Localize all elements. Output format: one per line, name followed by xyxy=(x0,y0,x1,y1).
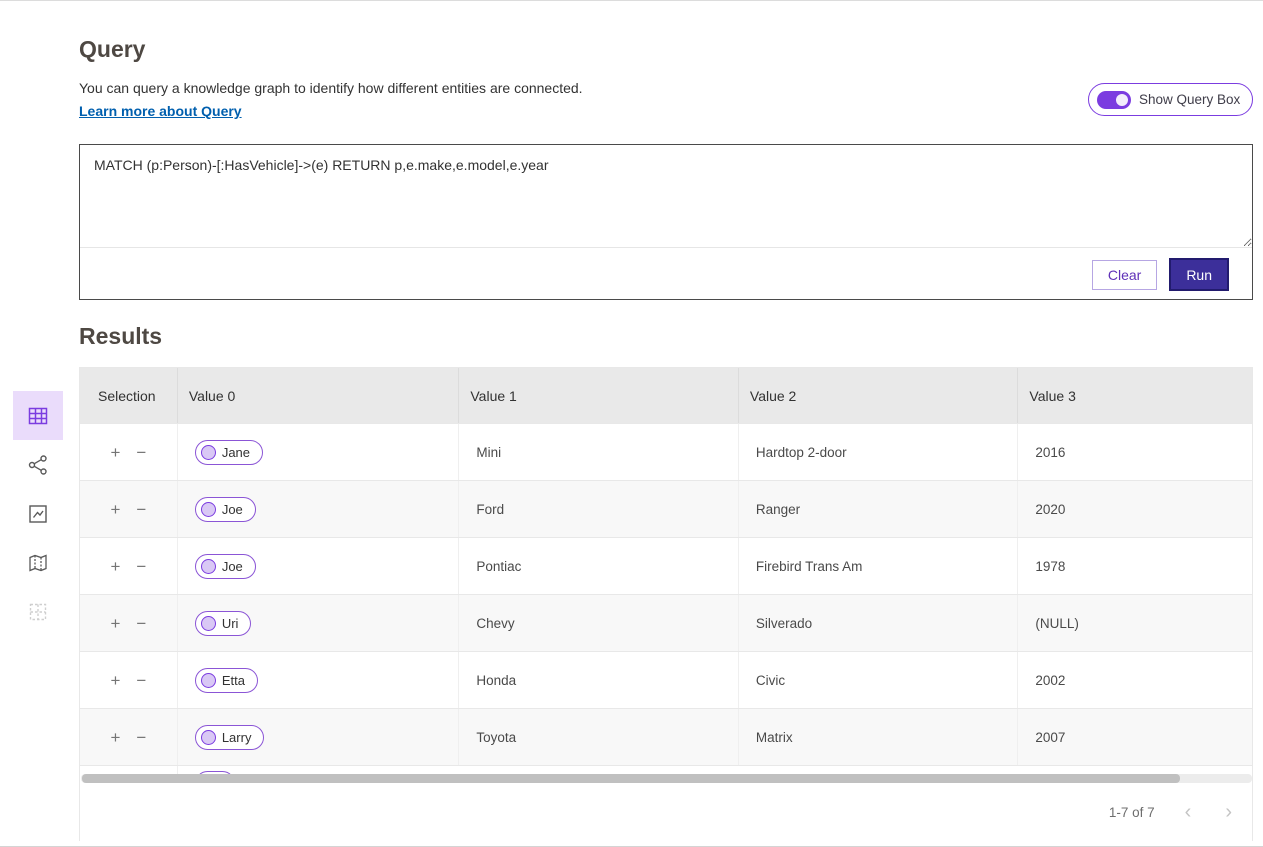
entity-label: Larry xyxy=(222,730,252,745)
chart-view-button[interactable] xyxy=(13,489,63,538)
map-icon xyxy=(27,552,49,574)
cell-value2: Ranger xyxy=(739,481,1019,537)
column-header-value2: Value 2 xyxy=(739,368,1019,423)
results-section-title: Results xyxy=(79,323,162,350)
table-row: +− Joe Ford Ranger 2020 xyxy=(80,480,1252,537)
entity-label: Joe xyxy=(222,559,243,574)
cell-value1: Ford xyxy=(459,481,739,537)
entity-label: Jane xyxy=(222,445,250,460)
horizontal-scrollbar-thumb[interactable] xyxy=(82,774,1180,783)
table-row: +− Etta Honda Civic 2002 xyxy=(80,651,1252,708)
remove-selection-button[interactable]: − xyxy=(136,444,146,461)
toggle-knob xyxy=(1116,94,1128,106)
matrix-view-button[interactable] xyxy=(13,587,63,636)
cell-value3: 2007 xyxy=(1018,709,1252,765)
chart-icon xyxy=(27,503,49,525)
entity-chip[interactable]: Uri xyxy=(195,611,252,636)
cell-value1: Pontiac xyxy=(459,538,739,594)
entity-chip[interactable]: Etta xyxy=(195,668,258,693)
table-row: +− Uri Chevy Silverado (NULL) xyxy=(80,594,1252,651)
entity-icon xyxy=(201,730,216,745)
toggle-label: Show Query Box xyxy=(1139,92,1240,107)
clear-button[interactable]: Clear xyxy=(1092,260,1157,290)
entity-icon xyxy=(201,559,216,574)
link-chart-view-button[interactable] xyxy=(13,440,63,489)
cell-value3: 2020 xyxy=(1018,481,1252,537)
cell-value1: Mini xyxy=(459,424,739,480)
table-view-button[interactable] xyxy=(13,391,63,440)
query-actions: Clear Run xyxy=(1092,258,1229,291)
query-box: MATCH (p:Person)-[:HasVehicle]->(e) RETU… xyxy=(79,144,1253,300)
column-header-value1: Value 1 xyxy=(459,368,739,423)
column-header-value3: Value 3 xyxy=(1018,368,1252,423)
table-row: +− Jane Mini Hardtop 2-door 2016 xyxy=(80,423,1252,480)
remove-selection-button[interactable]: − xyxy=(136,729,146,746)
cell-value1: Chevy xyxy=(459,595,739,651)
entity-icon xyxy=(201,445,216,460)
next-page-button[interactable]: › xyxy=(1221,802,1236,822)
add-selection-button[interactable]: + xyxy=(110,615,120,632)
link-chart-icon xyxy=(27,454,49,476)
table-row: +− Larry Toyota Matrix 2007 xyxy=(80,708,1252,765)
run-button[interactable]: Run xyxy=(1169,258,1229,291)
entity-chip[interactable]: Larry xyxy=(195,725,265,750)
previous-page-button[interactable]: ‹ xyxy=(1181,802,1196,822)
matrix-icon xyxy=(27,601,49,623)
add-selection-button[interactable]: + xyxy=(110,444,120,461)
cell-value2: Hardtop 2-door xyxy=(739,424,1019,480)
remove-selection-button[interactable]: − xyxy=(136,501,146,518)
table-icon xyxy=(27,405,49,427)
cell-value3: 1978 xyxy=(1018,538,1252,594)
remove-selection-button[interactable]: − xyxy=(136,615,146,632)
entity-chip[interactable]: Jane xyxy=(195,440,263,465)
cell-value3: (NULL) xyxy=(1018,595,1252,651)
add-selection-button[interactable]: + xyxy=(110,729,120,746)
add-selection-button[interactable]: + xyxy=(110,672,120,689)
query-section-title: Query xyxy=(79,36,145,63)
cell-value2: Silverado xyxy=(739,595,1019,651)
view-toolbar xyxy=(13,391,63,636)
cell-value3: 2002 xyxy=(1018,652,1252,708)
learn-more-link[interactable]: Learn more about Query xyxy=(79,103,242,119)
entity-icon xyxy=(201,502,216,517)
remove-selection-button[interactable]: − xyxy=(136,672,146,689)
column-header-selection: Selection xyxy=(80,368,178,423)
cell-value2: Firebird Trans Am xyxy=(739,538,1019,594)
add-selection-button[interactable]: + xyxy=(110,501,120,518)
pagination-bar: 1-7 of 7 ‹ › xyxy=(80,783,1252,841)
remove-selection-button[interactable]: − xyxy=(136,558,146,575)
entity-label: Uri xyxy=(222,616,239,631)
results-table: Selection Value 0 Value 1 Value 2 Value … xyxy=(79,367,1253,841)
show-query-box-toggle[interactable]: Show Query Box xyxy=(1088,83,1253,116)
cell-value2: Civic xyxy=(739,652,1019,708)
entity-icon xyxy=(201,673,216,688)
entity-chip[interactable]: Joe xyxy=(195,497,256,522)
table-row: +− Joe Pontiac Firebird Trans Am 1978 xyxy=(80,537,1252,594)
entity-label: Joe xyxy=(222,502,243,517)
entity-chip[interactable]: Joe xyxy=(195,554,256,579)
entity-icon xyxy=(201,616,216,631)
table-header: Selection Value 0 Value 1 Value 2 Value … xyxy=(80,368,1252,423)
cell-value3: 2016 xyxy=(1018,424,1252,480)
add-selection-button[interactable]: + xyxy=(110,558,120,575)
cell-value1: Honda xyxy=(459,652,739,708)
query-description: You can query a knowledge graph to ident… xyxy=(79,80,583,96)
column-header-value0: Value 0 xyxy=(178,368,460,423)
toggle-switch-icon xyxy=(1097,91,1131,109)
cell-value2: Matrix xyxy=(739,709,1019,765)
map-view-button[interactable] xyxy=(13,538,63,587)
query-input[interactable]: MATCH (p:Person)-[:HasVehicle]->(e) RETU… xyxy=(80,145,1252,248)
page-range-label: 1-7 of 7 xyxy=(1109,805,1155,820)
cell-value1: Toyota xyxy=(459,709,739,765)
entity-label: Etta xyxy=(222,673,245,688)
horizontal-scrollbar[interactable] xyxy=(81,774,1252,783)
query-page: Query You can query a knowledge graph to… xyxy=(0,0,1263,847)
